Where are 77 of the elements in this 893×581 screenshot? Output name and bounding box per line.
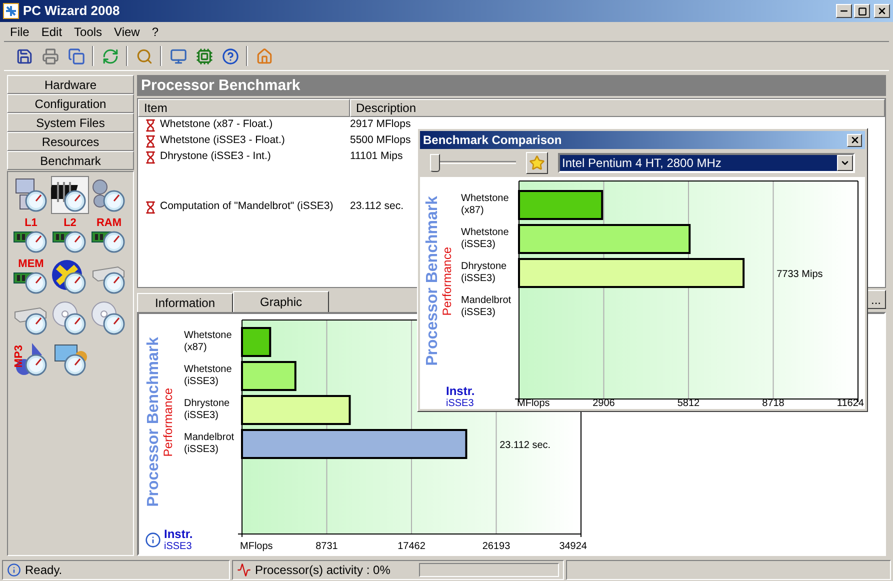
value-label: 7733 Mips: [776, 269, 823, 280]
status-message: Ready.: [25, 562, 62, 578]
table-cell-text: Dhrystone (iSSE3 - Int.): [160, 149, 271, 164]
legend-title: Instr.: [446, 385, 475, 397]
tab[interactable]: Graphic: [233, 291, 329, 312]
close-button[interactable]: [847, 134, 862, 146]
hourglass-icon: [144, 118, 157, 132]
menu-item[interactable]: View: [108, 22, 146, 40]
tick-label: 17462: [398, 541, 426, 552]
chart-title: Processor Benchmark: [425, 196, 441, 366]
info-icon: [145, 532, 161, 548]
close-button[interactable]: [874, 4, 890, 18]
table-cell-text: 2917 MFlops: [349, 117, 411, 132]
dropdown-caret-icon: [840, 158, 850, 168]
chip-icon[interactable]: [194, 46, 214, 66]
close-icon: [877, 6, 887, 16]
column-header[interactable]: Item: [138, 99, 350, 117]
hourglass-icon: [144, 134, 157, 148]
menu-item[interactable]: ?: [146, 22, 165, 40]
help-icon[interactable]: [220, 46, 240, 66]
table-cell-text: 11101 Mips: [349, 149, 403, 164]
table-cell-text: 5500 MFlops: [349, 133, 411, 148]
slider-thumb[interactable]: [430, 154, 440, 172]
comparison-slider[interactable]: [430, 152, 516, 174]
category-label: Mandelbrot (iSSE3): [461, 295, 512, 318]
category-label: Whetstone (x87): [184, 330, 232, 353]
tick-label: 26193: [482, 541, 510, 552]
legend-value: iSSE3: [446, 399, 475, 409]
maximize-button[interactable]: [854, 4, 870, 18]
legend-title: Instr.: [164, 528, 193, 540]
window-title: PC Wizard 2008: [23, 2, 121, 20]
category-button[interactable]: Hardware: [7, 75, 134, 94]
copy-icon[interactable]: [66, 46, 86, 66]
legend-value: iSSE3: [164, 542, 193, 552]
table-cell-text: Computation of "Mandelbrot" (iSSE3): [160, 199, 334, 214]
category-label: Mandelbrot (iSSE3): [184, 432, 234, 455]
hourglass-icon: [144, 150, 157, 164]
category-label: Dhrystone (iSSE3): [184, 398, 230, 421]
category-label: Whetstone (iSSE3): [184, 364, 232, 387]
benchmark-tool-button[interactable]: [51, 176, 89, 214]
favorite-button[interactable]: [526, 152, 548, 174]
dialog-title: Benchmark Comparison: [423, 132, 563, 149]
tick-label: 8731: [316, 541, 338, 552]
minimize-button[interactable]: [836, 4, 852, 18]
tab[interactable]: Information: [137, 293, 233, 312]
bar: [241, 361, 296, 391]
category-button[interactable]: System Files: [7, 113, 134, 132]
menu-item[interactable]: Tools: [68, 22, 108, 40]
app-icon: [3, 3, 19, 19]
info-icon: [7, 562, 21, 576]
close-icon: [850, 135, 860, 145]
category-button[interactable]: Benchmark: [7, 151, 134, 170]
category-button[interactable]: Configuration: [7, 94, 134, 113]
tick-label: 34924: [559, 541, 587, 552]
value-label: 23.112 sec.: [500, 440, 551, 451]
table-cell-text: Whetstone (iSSE3 - Float.): [160, 133, 285, 148]
menu-item[interactable]: Edit: [35, 22, 68, 40]
table-cell-text: Whetstone (x87 - Float.): [160, 117, 273, 132]
chart-title: Processor Benchmark: [146, 337, 162, 507]
menu-item[interactable]: File: [4, 22, 36, 40]
chart-subtitle: Performance: [441, 246, 453, 316]
column-header[interactable]: Description: [350, 99, 885, 117]
table-cell-text: 23.112 sec.: [349, 199, 404, 214]
processor-dropdown[interactable]: Intel Pentium 4 HT, 2800 MHz: [558, 153, 855, 173]
panel-header: Processor Benchmark: [137, 75, 886, 96]
category-button[interactable]: Resources: [7, 132, 134, 151]
printer-icon[interactable]: [40, 46, 60, 66]
maximize-icon: [858, 6, 866, 16]
category-label: Dhrystone (iSSE3): [461, 261, 507, 284]
tick-label: MFlops: [240, 541, 273, 552]
chart-subtitle: Performance: [162, 388, 174, 456]
category-label: Whetstone (x87): [461, 193, 509, 216]
category-label: Whetstone (iSSE3): [461, 227, 509, 250]
activity-status: Processor(s) activity : 0%: [255, 562, 392, 578]
bar: [241, 327, 272, 357]
hourglass-icon: [144, 200, 157, 214]
pulse-icon: [237, 562, 251, 576]
